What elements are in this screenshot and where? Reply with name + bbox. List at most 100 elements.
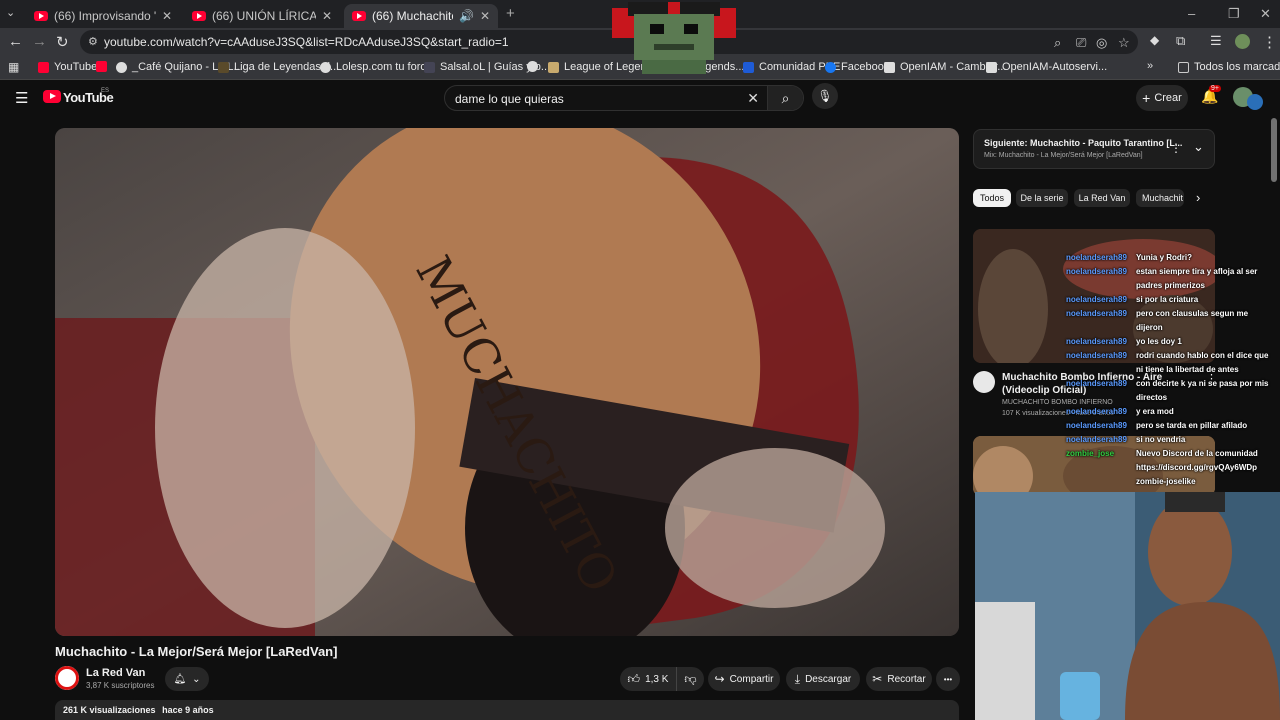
window-close-icon[interactable]: ✕ <box>1260 6 1271 22</box>
clip-button[interactable]: ✂ Recortar <box>866 667 932 691</box>
media-queue-icon[interactable]: ☰ <box>1210 33 1222 49</box>
site-icon <box>424 61 435 73</box>
clear-search-icon[interactable]: ✕ <box>747 90 759 107</box>
live-chat-overlay: noelandserah89 Yunia y Rodri? noelandserah… <box>1066 253 1280 493</box>
tab-title: (66) Improvisando "Idilio" en La <box>54 9 156 23</box>
extension-icon[interactable]: ◆ <box>1150 33 1159 47</box>
plus-icon: + <box>1142 90 1151 106</box>
bookmark-openiam-autoservi[interactable]: OpenIAM-Autoservi... <box>986 61 1107 73</box>
secondary-avatar[interactable] <box>1247 94 1263 110</box>
more-actions-button[interactable]: ••• <box>936 667 960 691</box>
chip-la-red-van[interactable]: La Red Van <box>1074 189 1130 207</box>
eye-off-icon[interactable]: ◎ <box>1096 35 1107 51</box>
forward-icon[interactable]: → <box>32 33 47 50</box>
back-icon[interactable]: ← <box>8 33 23 50</box>
youtube-favicon-icon <box>34 11 48 21</box>
view-count: 261 K visualizaciones <box>63 705 156 715</box>
page-scrollbar[interactable] <box>1271 118 1277 182</box>
reload-icon[interactable]: ↻ <box>56 33 69 51</box>
chat-text: https://discord.gg/rgvQAy6WDp <box>1136 463 1258 472</box>
region-code: ES <box>101 88 110 94</box>
next-video-subtitle: Mix: Muchachito - La Mejor/Será Mejor [L… <box>984 152 1143 159</box>
chat-username: noelandserah89 <box>1066 421 1127 430</box>
browser-tab-3-active[interactable]: (66) Muchachito - La Mejor 🔊 ✕ <box>344 4 498 28</box>
chat-username: noelandserah89 <box>1066 351 1127 360</box>
share-icon: ↪ <box>714 672 725 686</box>
chat-text: dijeron <box>1136 323 1163 332</box>
chat-username: noelandserah89 <box>1066 253 1127 262</box>
channel-avatar[interactable] <box>55 666 79 690</box>
rec-channel-avatar[interactable] <box>973 371 995 393</box>
search-button[interactable]: ⌕ <box>767 86 803 110</box>
close-icon[interactable]: ✕ <box>162 9 172 23</box>
facebook-icon <box>825 61 836 73</box>
pbe-icon <box>743 61 754 73</box>
create-button[interactable]: + Crear <box>1136 85 1188 111</box>
bookmark-facebook[interactable]: Facebook <box>825 61 889 73</box>
dislike-button[interactable]: 👎︎ <box>676 667 704 691</box>
close-icon[interactable]: ✕ <box>480 9 490 23</box>
search-input[interactable]: dame lo que quieras ✕ ⌕ <box>444 85 804 111</box>
folder-icon <box>1178 61 1189 73</box>
voice-search-button[interactable]: 🎙 <box>812 83 838 109</box>
video-player[interactable]: MUCHACHITO <box>55 128 959 636</box>
bookmark-youtube[interactable]: YouTube <box>38 61 97 73</box>
browser-tab-1[interactable]: (66) Improvisando "Idilio" en La ✕ <box>26 4 180 28</box>
bookmark-empty[interactable] <box>527 61 543 72</box>
more-vertical-icon[interactable]: ⋮ <box>1170 141 1182 155</box>
share-button[interactable]: ↪ Compartir <box>708 667 780 691</box>
description-box[interactable]: 261 K visualizaciones hace 9 años <box>55 700 959 720</box>
browser-tab-2[interactable]: (66) UNIÓN LÍRICA " Sin parar" ✕ <box>184 4 340 28</box>
chevron-down-icon: ⌄ <box>192 673 201 685</box>
close-icon[interactable]: ✕ <box>322 9 332 23</box>
chat-text: yo les doy 1 <box>1136 337 1182 346</box>
apps-grid-icon[interactable]: ▦ <box>8 60 19 74</box>
video-frame: MUCHACHITO <box>55 128 959 636</box>
profile-avatar-icon[interactable] <box>1235 34 1250 49</box>
download-button[interactable]: ⤓ Descargar <box>786 667 860 691</box>
bookmark-lolesp[interactable]: Lolesp.com tu foro... <box>320 61 436 73</box>
chat-username: noelandserah89 <box>1066 379 1127 388</box>
search-query: dame lo que quieras <box>455 92 564 106</box>
site-info-icon[interactable]: ⚙ <box>88 35 98 48</box>
hamburger-menu-icon[interactable]: ☰ <box>15 89 28 107</box>
chat-text: directos <box>1136 393 1168 402</box>
youtube-favicon-icon <box>352 11 366 21</box>
like-button[interactable]: 👍︎ 1,3 K <box>620 667 676 691</box>
bookmark-star-icon[interactable]: ☆ <box>1118 35 1130 51</box>
more-bookmarks-icon[interactable]: » <box>1147 60 1153 72</box>
autoplay-next-panel[interactable]: Siguiente: Muchachito - Paquito Tarantin… <box>973 129 1215 169</box>
bookmark-youtube-2[interactable] <box>96 61 112 72</box>
new-tab-button[interactable]: + <box>506 5 515 22</box>
channel-name[interactable]: La Red Van <box>86 667 145 679</box>
subscription-bell-button[interactable]: 🔔︎ ⌄ <box>165 667 209 691</box>
chat-text: estan siempre tira y afloja al ser <box>1136 267 1258 276</box>
chat-text: y era mod <box>1136 407 1174 416</box>
chevron-down-icon[interactable]: ⌄ <box>1193 139 1204 155</box>
video-title: Muchachito - La Mejor/Será Mejor [LaRedV… <box>55 644 338 659</box>
chat-text: rodri cuando hablo con el dice que <box>1136 351 1269 360</box>
url-bar[interactable]: ⚙ youtube.com/watch?v=cAAduseJ3SQ&list=R… <box>80 30 1138 54</box>
lol-icon <box>548 61 559 73</box>
chat-text: si por la criatura <box>1136 295 1199 304</box>
zoom-icon[interactable]: ⌕ <box>1054 35 1061 51</box>
youtube-logo-icon[interactable] <box>43 90 61 103</box>
tab-search-icon[interactable]: ⌄ <box>6 6 15 19</box>
cast-icon[interactable]: ⎚ <box>1076 35 1086 51</box>
restore-icon[interactable]: ❐ <box>1228 6 1240 22</box>
chip-muchachito[interactable]: Muchachit <box>1136 189 1184 207</box>
extensions-puzzle-icon[interactable]: ⧉ <box>1176 33 1185 49</box>
chip-de-la-serie[interactable]: De la serie <box>1016 189 1068 207</box>
chat-text: si no vendria <box>1136 435 1186 444</box>
chat-text: padres primerizos <box>1136 281 1205 290</box>
chevron-right-icon[interactable]: › <box>1196 190 1200 205</box>
chip-todos[interactable]: Todos <box>973 189 1011 207</box>
chrome-menu-icon[interactable]: ⋮ <box>1262 33 1277 51</box>
download-icon: ⤓ <box>794 671 801 686</box>
minimize-icon[interactable]: – <box>1188 6 1195 21</box>
chat-text: pero se tarda en pillar afilado <box>1136 421 1248 430</box>
all-bookmarks-folder[interactable]: Todos los marcadores <box>1178 61 1280 73</box>
speaker-icon[interactable]: 🔊 <box>459 9 474 23</box>
youtube-icon <box>96 61 107 72</box>
tab-title: (66) UNIÓN LÍRICA " Sin parar" <box>212 9 316 23</box>
